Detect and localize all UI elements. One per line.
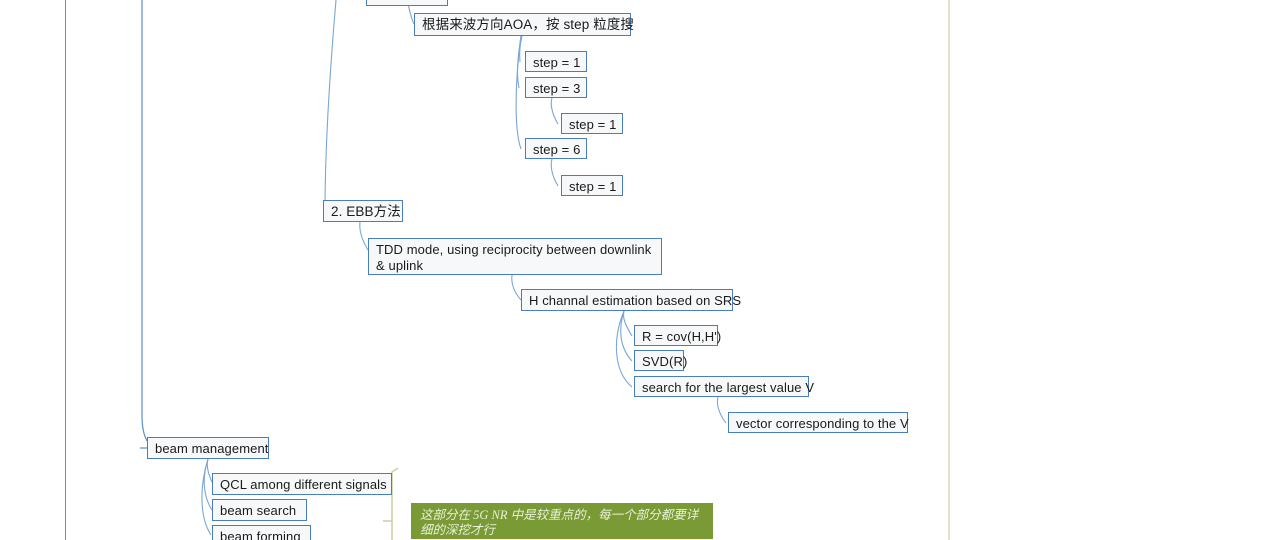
node-step-1-a[interactable]: step = 1 <box>525 51 587 72</box>
node-step-1-b[interactable]: step = 1 <box>561 113 623 134</box>
node-search-largest-value[interactable]: search for the largest value V <box>634 376 814 397</box>
node-beam-management[interactable]: beam management <box>147 437 269 459</box>
node-top-clipped[interactable] <box>366 0 448 6</box>
node-aoa-step-search[interactable]: 根据来波方向AOA，按 step 粒度搜 <box>414 13 634 36</box>
node-step-6[interactable]: step = 6 <box>525 138 587 159</box>
node-beam-forming[interactable]: beam forming <box>212 525 311 540</box>
node-h-channel-estimation-srs[interactable]: H channal estimation based on SRS <box>521 289 741 311</box>
left-root-spine <box>65 0 66 540</box>
node-svd-r[interactable]: SVD(R) <box>634 350 687 371</box>
green-vertical-rail <box>948 0 950 540</box>
node-ebb-method[interactable]: 2. EBB方法 <box>323 200 403 222</box>
note-5g-nr-emphasis[interactable]: 这部分在 5G NR 中是较重点的，每一个部分都要详细的深挖才行 <box>411 503 713 539</box>
mindmap-canvas: 根据来波方向AOA，按 step 粒度搜 step = 1 step = 3 s… <box>0 0 1280 540</box>
node-vector-corresponding-v[interactable]: vector corresponding to the V <box>728 412 909 433</box>
node-r-equals-cov[interactable]: R = cov(H,H') <box>634 325 721 346</box>
node-beam-search[interactable]: beam search <box>212 499 307 521</box>
node-step-3[interactable]: step = 3 <box>525 77 587 98</box>
node-tdd-mode-reciprocity[interactable]: TDD mode, using reciprocity between down… <box>368 238 662 275</box>
node-step-1-c[interactable]: step = 1 <box>561 175 623 196</box>
node-qcl-among-signals[interactable]: QCL among different signals <box>212 473 392 495</box>
